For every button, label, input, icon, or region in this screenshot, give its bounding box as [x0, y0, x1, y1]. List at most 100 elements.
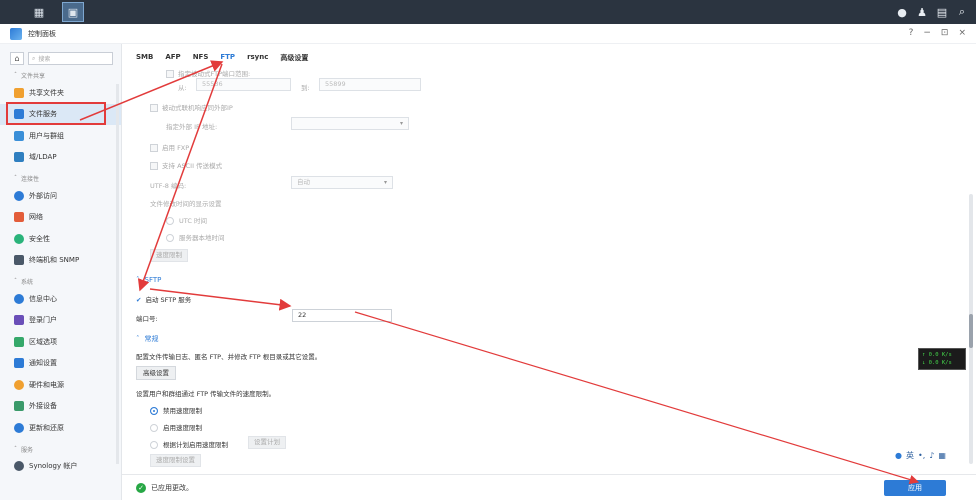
general-desc-2: 设置用户和群组通过 FTP 传输文件的速度限制。 — [136, 390, 276, 398]
section-label: 系统 — [21, 279, 34, 286]
label-text: 服务器本地时间 — [179, 234, 225, 242]
chevron-up-icon: ˆ — [136, 276, 140, 284]
sidebar-item-notifications[interactable]: 通知设置 — [0, 353, 121, 375]
section-file-sharing[interactable]: ˆ 文件共享 — [0, 69, 121, 82]
sidebar-scrollbar[interactable] — [116, 84, 119, 464]
check-icon[interactable]: ✔ — [136, 296, 141, 304]
ime-language[interactable]: 英 — [906, 450, 914, 461]
label-text: 被动式联机响应同外部IP — [162, 104, 233, 112]
sidebar-item-users-groups[interactable]: 用户与群组 — [0, 125, 121, 147]
passive-ip-checkbox[interactable] — [150, 104, 158, 112]
taskbar: ▦ ▣ ● ♟ ▤ ⌕ — [0, 0, 976, 24]
label-text: 根据计划启用速度限制 — [163, 441, 228, 449]
tab-smb[interactable]: SMB — [136, 53, 153, 66]
speed-limit-button[interactable]: 速度限制 — [150, 249, 188, 262]
sidebar-item-terminal-snmp[interactable]: 终端机和 SNMP — [0, 250, 121, 272]
ime-logo-icon[interactable]: ● — [895, 451, 902, 460]
section-services[interactable]: ˆ 服务 — [0, 443, 121, 456]
apps-grid-icon[interactable]: ▦ — [28, 2, 50, 22]
general-section-header[interactable]: ˆ 常规 — [136, 334, 159, 344]
advanced-settings-button[interactable]: 高级设置 — [136, 366, 176, 380]
user-icon[interactable]: ♟ — [914, 4, 930, 20]
restore-button[interactable]: ⊡ — [941, 28, 949, 38]
sidebar-item-synology-account[interactable]: Synology 帐户 — [0, 456, 121, 478]
ime-menu-icon[interactable]: ▦ — [938, 451, 946, 460]
sftp-port-label: 端口号: — [136, 315, 158, 323]
local-time-radio[interactable] — [166, 234, 174, 242]
sidebar-item-label: 安全性 — [29, 234, 50, 243]
sidebar-item-shared-folder[interactable]: 共享文件夹 — [0, 82, 121, 104]
tab-bar: SMB AFP NFS FTP rsync 高级设置 — [122, 44, 976, 66]
external-ip-select[interactable]: ▾ — [291, 117, 409, 130]
chevron-down-icon: ▾ — [399, 120, 403, 127]
chevron-down-icon: ▾ — [383, 179, 387, 186]
label-text: 启动 SFTP 服务 — [145, 296, 192, 304]
port-from-input[interactable]: 55536 — [196, 78, 291, 91]
sidebar-item-login-portal[interactable]: 登录门户 — [0, 310, 121, 332]
sidebar-item-network[interactable]: 网络 — [0, 207, 121, 229]
port-to-input[interactable]: 55899 — [319, 78, 421, 91]
main-scrollbar-thumb[interactable] — [969, 314, 973, 348]
ascii-checkbox[interactable] — [150, 162, 158, 170]
sidebar-item-file-services[interactable]: 文件服务 — [0, 101, 121, 125]
fxp-checkbox[interactable] — [150, 144, 158, 152]
close-button[interactable]: × — [958, 28, 966, 38]
tab-afp[interactable]: AFP — [165, 53, 180, 66]
set-schedule-button[interactable]: 设置计划 — [248, 436, 286, 449]
microphone-icon[interactable]: ♪ — [929, 451, 934, 460]
sftp-port-input[interactable]: 22 — [292, 309, 392, 322]
tab-ftp[interactable]: FTP — [220, 53, 235, 66]
sidebar-item-hardware-power[interactable]: 硬件和电源 — [0, 374, 121, 396]
help-button[interactable]: ? — [909, 28, 914, 38]
search-icon: ⌕ — [32, 54, 36, 62]
home-button[interactable]: ⌂ — [10, 52, 24, 65]
disable-limit-radio[interactable] — [150, 407, 158, 415]
sidebar-item-label: 登录门户 — [29, 316, 57, 325]
section-label: 连接性 — [21, 176, 40, 183]
schedule-limit-row: 根据计划启用速度限制 — [150, 439, 228, 449]
section-connectivity[interactable]: ˆ 连接性 — [0, 172, 121, 185]
tab-advanced[interactable]: 高级设置 — [280, 53, 308, 66]
sidebar-item-info-center[interactable]: 信息中心 — [0, 288, 121, 310]
tab-nfs[interactable]: NFS — [193, 53, 209, 66]
enable-limit-radio[interactable] — [150, 424, 158, 432]
chat-icon[interactable]: ● — [894, 4, 910, 20]
port-range-label: 指定被动式FTP端口范围: — [166, 68, 250, 78]
account-icon — [14, 461, 24, 472]
utc-radio[interactable] — [166, 217, 174, 225]
punctuation-icon[interactable]: •, — [918, 451, 925, 460]
widgets-icon[interactable]: ▤ — [934, 4, 950, 20]
network-icon — [14, 212, 24, 223]
utf8-select[interactable]: 自动 ▾ — [291, 176, 393, 189]
sidebar-item-label: 信息中心 — [29, 294, 57, 303]
section-system[interactable]: ˆ 系统 — [0, 275, 121, 288]
sidebar-item-domain-ldap[interactable]: 域/LDAP — [0, 147, 121, 169]
ime-toolbar: ● 英 •, ♪ ▦ — [895, 448, 969, 463]
sidebar-item-label: 域/LDAP — [29, 153, 57, 162]
minimize-button[interactable]: − — [923, 28, 931, 38]
sidebar-item-external-devices[interactable]: 外接设备 — [0, 396, 121, 418]
sidebar-item-regional-options[interactable]: 区域选项 — [0, 331, 121, 353]
speed-limit-settings-button[interactable]: 速度限制设置 — [150, 454, 201, 467]
port-range-checkbox[interactable] — [166, 70, 174, 78]
search-input[interactable]: ⌕ 搜索 — [28, 52, 113, 65]
footer-bar: ✓ 已应用更改。 应用 — [122, 474, 976, 500]
section-label: 服务 — [21, 446, 34, 454]
control-panel-taskbar-icon[interactable]: ▣ — [62, 2, 84, 22]
window-title: 控制面板 — [28, 29, 56, 38]
upload-speed: 0.0 K/s — [928, 352, 952, 358]
sidebar-item-label: 硬件和电源 — [29, 380, 64, 389]
utf8-value: 自动 — [297, 178, 310, 186]
sidebar-item-update-restore[interactable]: 更新和还原 — [0, 417, 121, 439]
sftp-section-header[interactable]: ˆ SFTP — [136, 276, 161, 284]
label-text: 禁用速度限制 — [163, 407, 202, 415]
local-time-row: 服务器本地时间 — [166, 232, 225, 242]
time-display-label: 文件修改时间的显示设置 — [150, 200, 222, 208]
tab-rsync[interactable]: rsync — [247, 53, 268, 66]
sidebar-item-external-access[interactable]: 外部访问 — [0, 185, 121, 207]
apply-button[interactable]: 应用 — [884, 480, 946, 496]
search-icon[interactable]: ⌕ — [954, 4, 970, 20]
update-icon — [14, 422, 24, 433]
sidebar-item-security[interactable]: 安全性 — [0, 228, 121, 250]
schedule-limit-radio[interactable] — [150, 441, 158, 449]
